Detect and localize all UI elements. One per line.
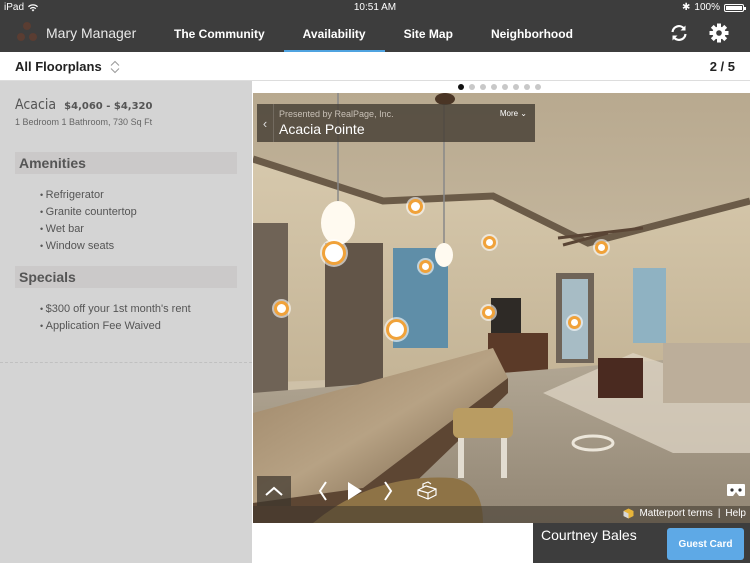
dollhouse-view-button[interactable]	[415, 479, 439, 503]
special-item: Application Fee Waived	[40, 318, 191, 335]
tour-info-panel: ‹ Presented by RealPage, Inc. Acacia Poi…	[257, 104, 535, 142]
user-profile[interactable]: Mary Manager	[14, 21, 136, 45]
amenity-item: Wet bar	[40, 221, 137, 238]
guest-card-button[interactable]: Guest Card	[667, 528, 744, 560]
nav-tab-site-map[interactable]: Site Map	[385, 15, 472, 52]
slide-pager-bar	[253, 81, 750, 93]
refresh-icon[interactable]	[668, 22, 690, 44]
sub-header: All Floorplans 2 / 5	[0, 52, 750, 81]
slide-dot[interactable]	[469, 84, 475, 90]
play-button[interactable]	[345, 479, 365, 503]
amenities-heading: Amenities	[15, 152, 237, 174]
hotspot[interactable]	[274, 301, 289, 316]
nav-tab-the-community[interactable]: The Community	[155, 15, 284, 52]
hotspot[interactable]	[419, 260, 432, 273]
hotspot[interactable]	[595, 241, 608, 254]
slide-dot[interactable]	[524, 84, 530, 90]
specials-heading: Specials	[15, 266, 237, 288]
help-link[interactable]: Help	[725, 508, 746, 519]
status-bar: iPad 10:51 AM ✱ 100%	[0, 0, 750, 15]
chevron-up-icon	[265, 486, 283, 496]
matterport-terms-link[interactable]: Matterport terms	[639, 508, 712, 519]
floorplan-details: Acacia $4,060 - $4,320 1 Bedroom 1 Bathr…	[0, 81, 252, 563]
expand-button[interactable]	[257, 476, 291, 506]
floorplan-filter-label: All Floorplans	[15, 59, 102, 74]
tour-title: Acacia Pointe	[279, 121, 365, 137]
amenity-item: Granite countertop	[40, 204, 137, 221]
nav-tabs: The Community Availability Site Map Neighbo…	[155, 15, 592, 52]
play-icon	[348, 482, 362, 500]
hotspot[interactable]	[483, 236, 496, 249]
dollhouse-icon	[417, 481, 437, 500]
guest-bar: Courtney Bales Guest Card	[533, 523, 750, 563]
battery-icon	[724, 3, 746, 12]
top-nav: Mary Manager The Community Availability Si…	[0, 15, 750, 52]
slide-dot[interactable]	[491, 84, 497, 90]
battery-percent: 100%	[694, 2, 720, 13]
amenities-list: RefrigeratorGranite countertopWet barWin…	[40, 187, 137, 255]
link-separator: |	[717, 508, 721, 519]
slide-dot[interactable]	[535, 84, 541, 90]
more-label: More	[499, 109, 519, 118]
user-name: Mary Manager	[46, 25, 137, 41]
battery-fill	[726, 5, 742, 10]
presented-by: Presented by RealPage, Inc.	[279, 109, 394, 119]
viewer-footer: Matterport terms | Help	[253, 506, 750, 523]
next-button[interactable]	[380, 479, 396, 503]
floorplan-description: 1 Bedroom 1 Bathroom, 730 Sq Ft	[15, 117, 153, 127]
more-button[interactable]: More ⌄	[500, 109, 527, 118]
floorplan-filter[interactable]: All Floorplans	[15, 59, 120, 74]
special-item: $300 off your 1st month's rent	[40, 301, 191, 318]
page-counter: 2 / 5	[709, 59, 735, 74]
matterport-logo-icon	[623, 508, 634, 519]
clock: 10:51 AM	[353, 2, 397, 13]
amenity-item: Window seats	[40, 238, 137, 255]
vr-button[interactable]	[726, 483, 746, 497]
hotspot[interactable]	[322, 241, 346, 265]
slide-dot[interactable]	[502, 84, 508, 90]
slide-dot[interactable]	[513, 84, 519, 90]
floorplan-name: Acacia	[15, 97, 57, 113]
amenity-item: Refrigerator	[40, 187, 137, 204]
hotspot[interactable]	[568, 316, 581, 329]
hotspot[interactable]	[482, 306, 495, 319]
nav-tab-availability[interactable]: Availability	[283, 15, 385, 52]
guest-name: Courtney Bales	[541, 527, 637, 543]
floorplan-price: $4,060 - $4,320	[64, 101, 153, 112]
sort-chevrons-icon	[110, 60, 120, 73]
chevron-down-icon: ⌄	[520, 109, 527, 118]
divider	[0, 362, 252, 363]
chevron-left-icon	[318, 481, 327, 501]
nav-tab-neighborhood[interactable]: Neighborhood	[472, 15, 592, 52]
room-photo	[253, 93, 750, 523]
slide-dots	[458, 84, 541, 90]
hotspot[interactable]	[408, 199, 423, 214]
3d-tour-viewer[interactable]: ‹ Presented by RealPage, Inc. Acacia Poi…	[253, 93, 750, 523]
specials-list: $300 off your 1st month's rentApplicatio…	[40, 301, 191, 335]
previous-button[interactable]	[315, 479, 331, 503]
slide-dot[interactable]	[458, 84, 464, 90]
logo-icon	[14, 21, 40, 45]
vr-headset-icon	[727, 484, 745, 496]
hotspot[interactable]	[386, 319, 407, 340]
collapse-panel-button[interactable]: ‹	[257, 104, 274, 142]
bluetooth-icon: ✱	[682, 2, 691, 13]
tour-controls	[253, 476, 750, 506]
chevron-right-icon	[384, 481, 393, 501]
gear-icon[interactable]	[708, 22, 730, 44]
slide-dot[interactable]	[480, 84, 486, 90]
